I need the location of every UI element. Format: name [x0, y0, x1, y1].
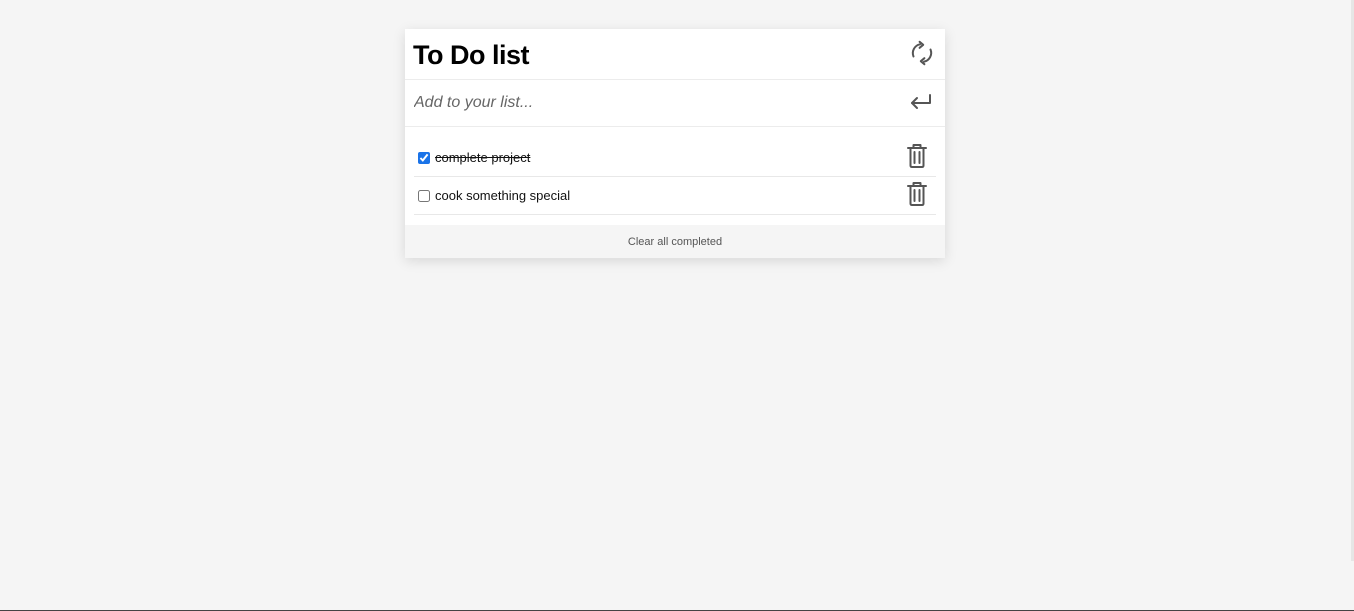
delete-item-button[interactable]: [903, 182, 931, 210]
todo-list: complete project cook something special: [405, 127, 945, 225]
add-item-submit-button[interactable]: [907, 89, 935, 117]
trash-icon: [906, 181, 928, 210]
refresh-button[interactable]: [908, 40, 936, 68]
list-item: complete project: [414, 139, 936, 177]
todo-card: To Do list Add to your list... complete …: [405, 29, 945, 258]
page-title: To Do list: [413, 39, 530, 70]
item-text: cook something special: [435, 188, 571, 203]
add-item-input[interactable]: [414, 94, 907, 112]
trash-icon: [906, 143, 928, 172]
enter-icon: [909, 92, 933, 115]
item-checkbox[interactable]: [418, 151, 430, 164]
item-text: complete project: [435, 150, 531, 165]
delete-item-button[interactable]: [903, 144, 931, 172]
list-item: cook something special: [414, 177, 936, 215]
clear-completed-button[interactable]: Clear all completed: [628, 236, 722, 248]
card-footer: Clear all completed: [405, 225, 945, 258]
refresh-icon: [909, 40, 935, 69]
add-item-row: [405, 80, 945, 127]
card-header: To Do list: [405, 29, 945, 80]
item-checkbox[interactable]: [418, 189, 430, 202]
